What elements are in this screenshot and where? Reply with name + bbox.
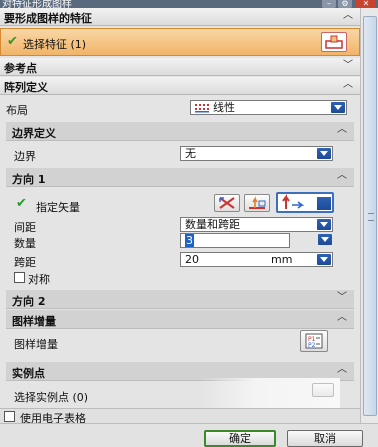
section-direction-1[interactable]: 方向 1 ︿ [6, 168, 354, 187]
section-array-definition[interactable]: 阵列定义 ︿ [0, 77, 360, 95]
chevron-up-icon[interactable]: ︿ [336, 170, 348, 182]
symmetric-label: 对称 [28, 273, 50, 286]
section-label: 参考点 [4, 62, 37, 75]
spreadsheet-checkbox[interactable] [4, 411, 15, 422]
count-options-button[interactable] [314, 233, 333, 248]
count-input[interactable]: 3 [180, 233, 290, 248]
section-label: 边界定义 [12, 127, 56, 140]
span-value: 20 [185, 253, 199, 266]
section-direction-2[interactable]: 方向 2 ﹀ [6, 290, 354, 309]
section-label: 阵列定义 [4, 81, 48, 94]
section-pattern-increment[interactable]: 图样增量 ︿ [6, 310, 354, 329]
section-label: 要形成图样的特征 [4, 12, 92, 25]
spacing-label: 间距 [14, 221, 36, 234]
pattern-increment-button[interactable]: P1 P2 [300, 330, 328, 352]
count-value: 3 [185, 234, 194, 247]
check-icon: ✔ [16, 196, 27, 211]
section-label: 图样增量 [12, 315, 56, 328]
layout-select[interactable]: 线性 [190, 100, 347, 115]
dropdown-arrow-icon[interactable] [318, 234, 332, 245]
linear-pattern-icon [195, 103, 209, 113]
section-label: 方向 2 [12, 295, 46, 308]
span-label: 跨距 [14, 256, 36, 269]
spacing-value: 数量和跨距 [185, 218, 240, 231]
chevron-up-icon[interactable]: ︿ [336, 312, 348, 324]
layout-value: 线性 [213, 101, 235, 114]
close-icon[interactable]: ✕ [356, 0, 376, 8]
vector-direction-icon [282, 194, 305, 209]
scrollbar-thumb[interactable] [363, 16, 377, 416]
section-reference-point[interactable]: 参考点 ﹀ [0, 58, 360, 76]
window-title: 对特征形成图样 [2, 0, 72, 8]
dropdown-arrow-icon[interactable] [317, 219, 331, 230]
span-unit: mm [271, 253, 293, 266]
dialog-footer: 确定 取消 [0, 423, 378, 447]
chevron-up-icon[interactable]: ︿ [342, 10, 354, 22]
select-feature-button[interactable] [321, 32, 347, 52]
select-feature-row[interactable]: ✔ 选择特征 (1) [0, 28, 360, 56]
vector-type-select[interactable] [276, 192, 334, 213]
count-label: 数量 [14, 237, 36, 250]
symmetric-checkbox[interactable] [14, 272, 25, 283]
ok-button[interactable]: 确定 [204, 430, 276, 447]
grip-icon [368, 213, 374, 221]
spreadsheet-label: 使用电子表格 [20, 412, 86, 423]
vertical-scrollbar[interactable] [360, 8, 378, 423]
section-boundary-definition[interactable]: 边界定义 ︿ [6, 122, 354, 141]
dropdown-arrow-icon[interactable] [317, 197, 331, 210]
spreadsheet-row: 使用电子表格 [0, 408, 360, 423]
vector-dialog-button[interactable] [244, 194, 270, 212]
section-label: 实例点 [12, 367, 45, 380]
pattern-increment-label: 图样增量 [14, 338, 58, 351]
reverse-direction-icon [219, 197, 235, 209]
specify-vector-label: 指定矢量 [36, 201, 80, 214]
boundary-label: 边界 [14, 150, 36, 163]
boundary-select[interactable]: 无 [180, 146, 333, 161]
check-icon: ✔ [7, 34, 18, 49]
dropdown-arrow-icon[interactable] [331, 102, 345, 113]
chevron-down-icon[interactable]: ﹀ [336, 292, 348, 304]
chevron-up-icon[interactable]: ︿ [342, 79, 354, 91]
vector-constructor-icon [249, 196, 266, 209]
select-instance-point-label: 选择实例点 (0) [14, 391, 89, 404]
chevron-up-icon[interactable]: ︿ [336, 364, 348, 376]
chevron-down-icon[interactable]: ﹀ [342, 60, 354, 72]
layout-label: 布局 [6, 104, 28, 117]
dropdown-arrow-icon[interactable] [317, 148, 331, 159]
section-feature-to-pattern[interactable]: 要形成图样的特征 ︿ [0, 8, 360, 26]
boundary-value: 无 [185, 147, 196, 160]
chevron-up-icon[interactable]: ︿ [336, 124, 348, 136]
select-instance-point-button[interactable] [312, 383, 334, 397]
select-feature-label: 选择特征 (1) [23, 38, 87, 51]
title-bar: 对特征形成图样 – ⚙ ✕ [0, 0, 378, 8]
span-input[interactable]: 20 mm [180, 252, 333, 267]
svg-text:P2: P2 [308, 342, 316, 349]
dropdown-arrow-icon[interactable] [317, 254, 331, 265]
feature-select-icon [325, 35, 343, 49]
reverse-direction-button[interactable] [214, 194, 240, 212]
pattern-increment-icon: P1 P2 [305, 333, 323, 349]
section-label: 方向 1 [12, 173, 46, 186]
spacing-select[interactable]: 数量和跨距 [180, 217, 333, 232]
minimize-icon[interactable]: – [322, 0, 336, 8]
dialog-panel: 要形成图样的特征 ︿ ✔ 选择特征 (1) 参考点 ﹀ 阵列定义 ︿ 布局 线性… [0, 8, 360, 423]
cancel-button[interactable]: 取消 [287, 430, 363, 447]
gear-icon[interactable]: ⚙ [338, 0, 352, 8]
